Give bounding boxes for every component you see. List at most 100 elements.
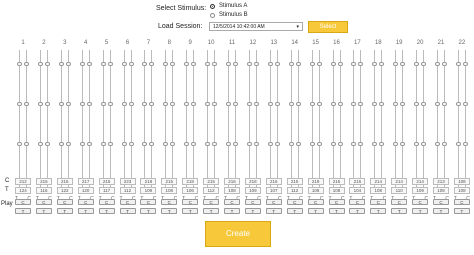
slider-thumb[interactable] xyxy=(435,142,440,146)
slider-thumb[interactable] xyxy=(233,142,238,146)
play-t-button[interactable]: T xyxy=(35,208,52,214)
play-c-button[interactable]: C xyxy=(119,199,136,205)
c-slider-track[interactable] xyxy=(423,50,425,194)
play-t-button[interactable]: T xyxy=(307,208,324,214)
slider-thumb[interactable] xyxy=(58,62,64,66)
c-slider-track[interactable] xyxy=(88,50,90,194)
slider-thumb[interactable] xyxy=(267,142,273,146)
slider-thumb[interactable] xyxy=(295,102,301,106)
play-c-button[interactable]: C xyxy=(35,199,52,205)
slider-thumb[interactable] xyxy=(435,62,440,66)
t-slider-track[interactable] xyxy=(165,50,167,194)
slider-thumb[interactable] xyxy=(358,102,364,106)
slider-thumb[interactable] xyxy=(44,62,50,66)
t-slider-track[interactable] xyxy=(416,50,418,194)
c-slider-track[interactable] xyxy=(172,50,174,194)
c-slider-track[interactable] xyxy=(276,50,278,194)
radio-indicator-a[interactable] xyxy=(210,3,215,9)
c-slider-track[interactable] xyxy=(381,50,383,194)
c-slider-track[interactable] xyxy=(235,50,236,194)
slider-thumb[interactable] xyxy=(184,142,190,146)
slider-thumb[interactable] xyxy=(128,102,134,106)
slider-thumb[interactable] xyxy=(17,62,22,66)
c-slider-track[interactable] xyxy=(444,50,445,194)
slider-thumb[interactable] xyxy=(288,62,294,66)
slider-thumb[interactable] xyxy=(253,142,259,146)
slider-thumb[interactable] xyxy=(309,62,315,66)
play-c-button[interactable]: C xyxy=(15,199,31,205)
t-slider-track[interactable] xyxy=(207,50,209,194)
slider-thumb[interactable] xyxy=(149,102,155,106)
slider-thumb[interactable] xyxy=(65,62,71,66)
slider-thumb[interactable] xyxy=(212,102,218,106)
slider-thumb[interactable] xyxy=(246,142,252,146)
slider-thumb[interactable] xyxy=(79,102,85,106)
slider-thumb[interactable] xyxy=(316,142,322,146)
play-c-button[interactable]: C xyxy=(140,199,157,205)
c-slider-track[interactable] xyxy=(109,50,111,194)
slider-thumb[interactable] xyxy=(358,62,364,66)
slider-thumb[interactable] xyxy=(121,62,127,66)
t-slider-track[interactable] xyxy=(102,50,104,194)
slider-thumb[interactable] xyxy=(58,142,64,146)
slider-thumb[interactable] xyxy=(184,102,190,106)
slider-thumb[interactable] xyxy=(462,102,468,106)
c-slider-track[interactable] xyxy=(339,50,341,194)
slider-thumb[interactable] xyxy=(337,102,343,106)
play-c-button[interactable]: C xyxy=(391,199,408,205)
t-slider-track[interactable] xyxy=(437,50,438,194)
slider-thumb[interactable] xyxy=(226,62,231,66)
slider-thumb[interactable] xyxy=(414,142,420,146)
t-slider-track[interactable] xyxy=(228,50,229,194)
slider-thumb[interactable] xyxy=(37,142,43,146)
play-t-button[interactable]: T xyxy=(98,208,115,214)
slider-thumb[interactable] xyxy=(414,102,420,106)
t-slider-track[interactable] xyxy=(39,50,41,194)
slider-thumb[interactable] xyxy=(205,142,211,146)
slider-thumb[interactable] xyxy=(142,102,148,106)
t-slider-track[interactable] xyxy=(144,50,146,194)
slider-thumb[interactable] xyxy=(24,102,29,106)
play-t-button[interactable]: T xyxy=(119,208,136,214)
slider-thumb[interactable] xyxy=(393,102,399,106)
slider-thumb[interactable] xyxy=(462,62,468,66)
t-slider-track[interactable] xyxy=(81,50,83,194)
play-t-button[interactable]: T xyxy=(224,208,240,214)
stimulus-a-radio[interactable]: Stimulus A xyxy=(210,3,247,9)
slider-thumb[interactable] xyxy=(330,62,336,66)
session-dropdown[interactable]: 12/5/2014 10:42:00 AM ▾ xyxy=(209,22,303,31)
t-slider-track[interactable] xyxy=(395,50,397,194)
slider-thumb[interactable] xyxy=(226,102,231,106)
slider-thumb[interactable] xyxy=(442,142,447,146)
slider-thumb[interactable] xyxy=(455,62,461,66)
slider-thumb[interactable] xyxy=(191,102,197,106)
c-slider-track[interactable] xyxy=(464,50,466,194)
slider-thumb[interactable] xyxy=(421,62,427,66)
slider-thumb[interactable] xyxy=(170,62,176,66)
c-slider-track[interactable] xyxy=(360,50,362,194)
t-slider-track[interactable] xyxy=(248,50,250,194)
slider-thumb[interactable] xyxy=(400,142,406,146)
play-t-button[interactable]: T xyxy=(453,208,470,214)
slider-thumb[interactable] xyxy=(309,102,315,106)
t-slider-track[interactable] xyxy=(186,50,188,194)
play-c-button[interactable]: C xyxy=(433,199,449,205)
play-c-button[interactable]: C xyxy=(328,199,345,205)
play-t-button[interactable]: T xyxy=(140,208,157,214)
t-slider-track[interactable] xyxy=(353,50,355,194)
play-c-button[interactable]: C xyxy=(203,199,220,205)
play-t-button[interactable]: T xyxy=(15,208,31,214)
slider-thumb[interactable] xyxy=(184,62,190,66)
slider-thumb[interactable] xyxy=(17,102,22,106)
slider-thumb[interactable] xyxy=(100,142,106,146)
slider-thumb[interactable] xyxy=(246,102,252,106)
slider-thumb[interactable] xyxy=(163,102,169,106)
slider-thumb[interactable] xyxy=(149,142,155,146)
c-slider-track[interactable] xyxy=(130,50,132,194)
c-slider-track[interactable] xyxy=(26,50,27,194)
play-t-button[interactable]: T xyxy=(286,208,303,214)
slider-thumb[interactable] xyxy=(191,142,197,146)
slider-thumb[interactable] xyxy=(267,102,273,106)
slider-thumb[interactable] xyxy=(37,102,43,106)
slider-thumb[interactable] xyxy=(100,62,106,66)
